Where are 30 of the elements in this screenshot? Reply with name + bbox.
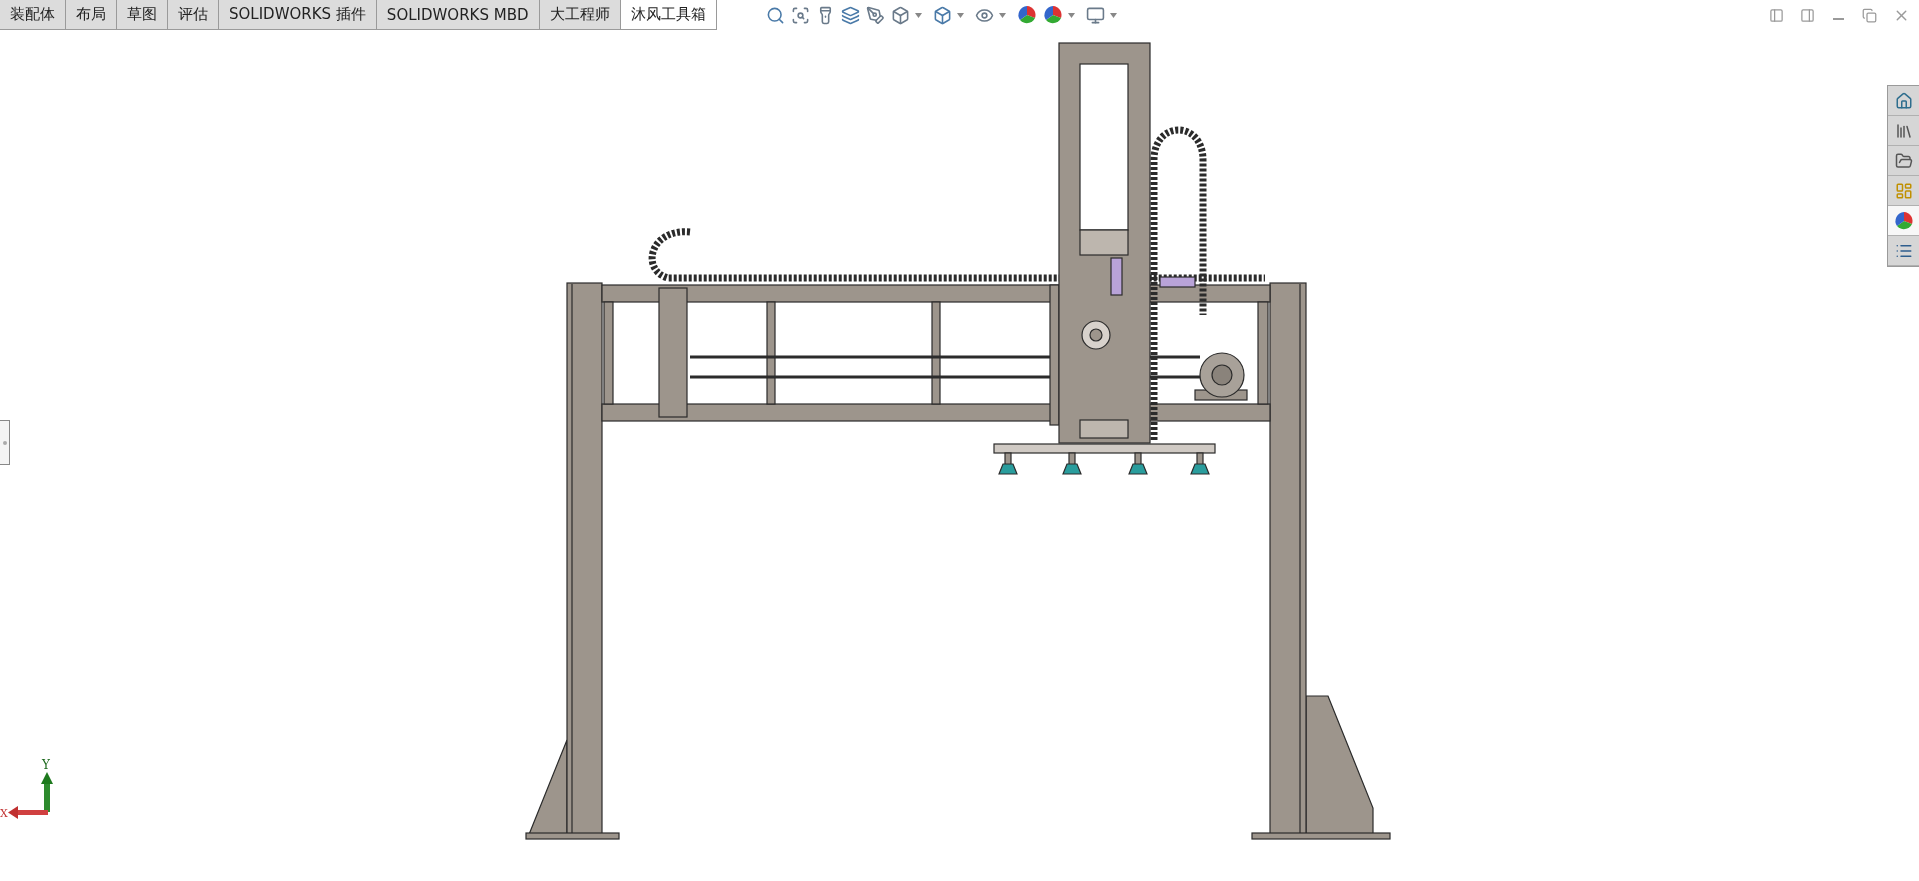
caret-icon[interactable] bbox=[914, 12, 922, 18]
home-icon bbox=[1894, 91, 1913, 110]
minimize-icon bbox=[1833, 17, 1844, 20]
ribbon-tab[interactable]: SOLIDWORKS 插件 bbox=[219, 0, 377, 29]
caret-icon[interactable] bbox=[998, 12, 1006, 18]
task-pane-tab[interactable] bbox=[1888, 206, 1919, 236]
ribbon-tab[interactable]: 布局 bbox=[66, 0, 117, 29]
layout-icon bbox=[1894, 181, 1913, 200]
y-axis-label: Y bbox=[42, 758, 50, 772]
x-axis-label: X bbox=[0, 807, 8, 820]
color-wheel-button[interactable] bbox=[1015, 4, 1038, 26]
folder-icon bbox=[1894, 151, 1913, 170]
color-ball-icon bbox=[1893, 210, 1914, 231]
task-pane-tab[interactable] bbox=[1888, 146, 1919, 176]
task-pane-tab[interactable] bbox=[1888, 86, 1919, 116]
caret-icon[interactable] bbox=[956, 12, 964, 18]
task-pane-tab[interactable] bbox=[1888, 116, 1919, 146]
ribbon-tab[interactable]: 装配体 bbox=[0, 0, 66, 29]
ribbon-tab[interactable]: 草图 bbox=[117, 0, 168, 29]
ribbon-tab[interactable]: 评估 bbox=[168, 0, 219, 29]
task-pane-tab[interactable] bbox=[1888, 236, 1919, 266]
pen-button[interactable] bbox=[864, 4, 886, 26]
axis-triad-icon bbox=[8, 772, 53, 819]
caret-icon[interactable] bbox=[1109, 12, 1117, 18]
panel-handle[interactable] bbox=[0, 420, 10, 465]
ribbon-tab[interactable]: 大工程师 bbox=[539, 0, 621, 29]
ribbon-tab[interactable]: SOLIDWORKS MBD bbox=[376, 0, 540, 29]
layers-button[interactable] bbox=[839, 4, 861, 26]
books-icon bbox=[1894, 121, 1913, 140]
caret-icon[interactable] bbox=[1067, 12, 1075, 18]
